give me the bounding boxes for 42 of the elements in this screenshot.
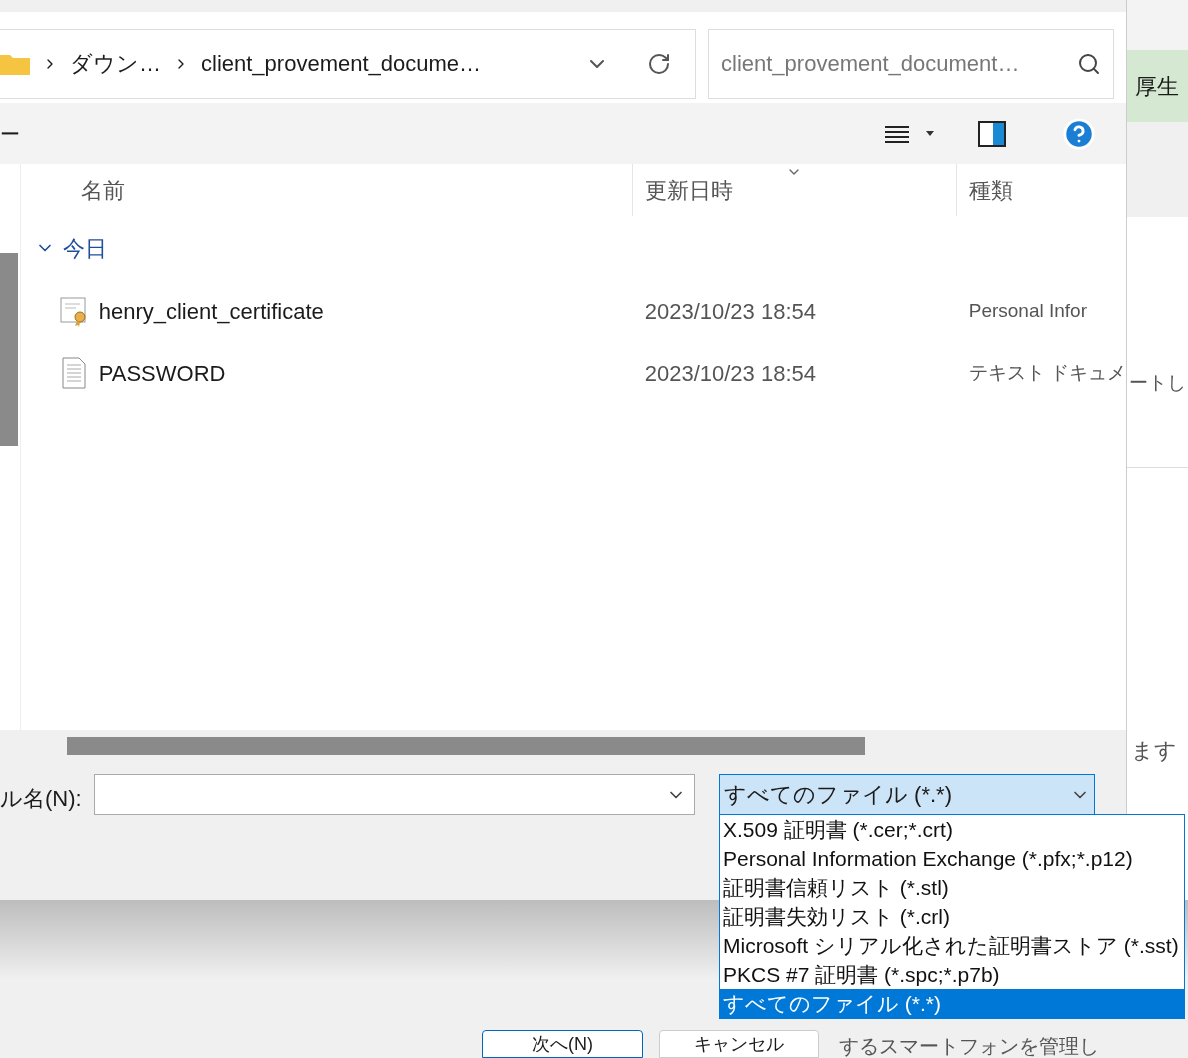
file-type: テキスト ドキュメ	[967, 360, 1126, 385]
modified-date: 2023/10/23 18:54	[643, 297, 817, 326]
help-icon[interactable]	[1062, 116, 1096, 151]
modified-date: 2023/10/23 18:54	[643, 359, 817, 388]
cancel-button[interactable]: キャンセル	[659, 1030, 819, 1058]
scrollbar-thumb[interactable]	[0, 253, 18, 446]
breadcrumb-item[interactable]: ダウン…	[70, 47, 161, 80]
file-type-option[interactable]: すべてのファイル (*.*)	[720, 989, 1184, 1018]
view-list-icon[interactable]	[884, 123, 910, 144]
file-type-option[interactable]: 証明書信頼リスト (*.stl)	[720, 873, 1184, 902]
file-type-option[interactable]: 証明書失効リスト (*.crl)	[720, 902, 1184, 931]
background-text: ます	[1131, 737, 1177, 765]
column-header[interactable]: 種類	[956, 164, 1126, 216]
file-type-option[interactable]: X.509 証明書 (*.cer;*.crt)	[720, 815, 1184, 844]
caret-icon[interactable]	[926, 131, 934, 136]
search-field[interactable]: client_provement_document…	[708, 28, 1114, 99]
banner-text: 厚生	[1135, 72, 1179, 101]
file-type-option[interactable]: PKCS #7 証明書 (*.spc;*.p7b)	[720, 960, 1184, 989]
search-placeholder: client_provement_document…	[721, 50, 1020, 78]
file-name-label: ル名(N):	[0, 785, 83, 813]
search-icon	[1077, 51, 1101, 76]
background-text: するスマートフォンを管理し	[839, 1036, 1099, 1056]
file-name-field[interactable]	[94, 774, 695, 815]
file-type-dropdown[interactable]: すべてのファイル (*.*)	[719, 774, 1095, 815]
file-name[interactable]: PASSWORD	[98, 356, 226, 390]
next-button[interactable]: 次へ(N)	[482, 1030, 643, 1058]
background-text: ートし	[1129, 370, 1186, 395]
file-type: Personal Infor	[967, 298, 1088, 323]
file-name[interactable]: henry_client_certificate	[98, 294, 324, 328]
file-type-option[interactable]: Microsoft シリアル化された証明書ストア (*.sst)	[720, 931, 1184, 960]
column-header[interactable]: 更新日時	[632, 164, 957, 216]
folder-icon	[0, 52, 30, 75]
breadcrumb-item[interactable]: client_provement_docume…	[201, 47, 482, 80]
group-header[interactable]: 今日	[62, 231, 107, 265]
refresh-icon[interactable]	[647, 51, 671, 76]
horizontal-scrollbar-thumb[interactable]	[67, 737, 865, 755]
preview-pane-icon[interactable]	[978, 120, 1006, 147]
toolbar-label[interactable]: ー	[0, 118, 20, 149]
address-bar[interactable]: ダウン… client_provement_docume…	[0, 28, 696, 99]
file-type-option[interactable]: Personal Information Exchange (*.pfx;*.p12)	[720, 844, 1184, 873]
column-header[interactable]: 名前	[20, 164, 633, 216]
text-file-icon	[60, 357, 87, 389]
